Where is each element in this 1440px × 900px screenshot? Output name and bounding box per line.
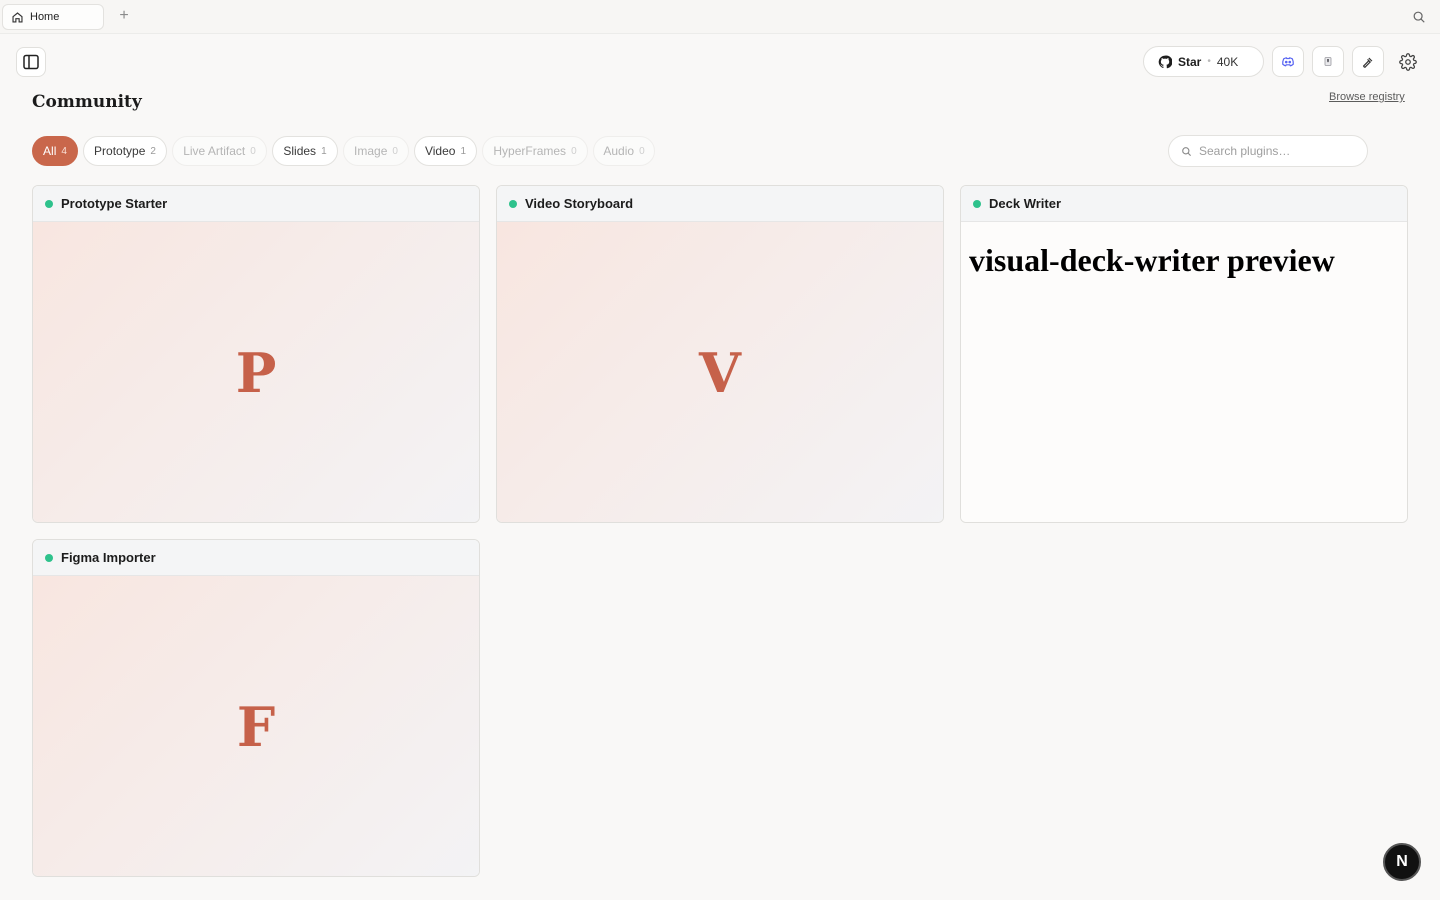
plugin-card-video-storyboard[interactable]: Video Storyboard V: [496, 185, 944, 523]
chip-label: HyperFrames: [493, 144, 567, 158]
home-icon: [12, 11, 23, 23]
search-icon[interactable]: [1412, 10, 1428, 26]
chip-label: Image: [354, 144, 388, 158]
card-title: Video Storyboard: [525, 196, 634, 211]
tab-bar: Home +: [0, 0, 1440, 34]
plugin-card-figma-importer[interactable]: Figma Importer F: [32, 539, 480, 877]
tab-label: Home: [30, 11, 60, 23]
discord-icon: [1282, 56, 1294, 66]
chip-count: 4: [61, 145, 67, 157]
discord-button[interactable]: [1272, 46, 1304, 77]
filter-chip-audio[interactable]: Audio 0: [593, 136, 655, 166]
new-tab-button[interactable]: +: [116, 8, 132, 24]
filter-chip-live-artifact[interactable]: Live Artifact 0: [172, 136, 267, 166]
status-dot: [509, 199, 517, 208]
chip-count: 0: [250, 145, 256, 157]
gear-icon: [1399, 53, 1417, 71]
chip-label: Video: [424, 144, 456, 158]
card-header: Prototype Starter: [33, 186, 479, 222]
search-plugins-input[interactable]: [1199, 144, 1359, 158]
chip-label: Live Artifact: [183, 144, 246, 158]
search-box[interactable]: [1168, 135, 1368, 167]
status-dot: [45, 553, 53, 562]
thumbnail-letter: P: [235, 341, 277, 405]
card-preview: visual-deck-writer preview: [961, 222, 1407, 522]
sidebar-icon: [23, 54, 39, 70]
filter-chip-hyperframes[interactable]: HyperFrames 0: [482, 136, 588, 166]
tools-button[interactable]: [1352, 46, 1384, 77]
status-dot: [973, 199, 981, 208]
filter-chip-prototype[interactable]: Prototype 2: [83, 136, 167, 166]
sidebar-toggle-button[interactable]: [16, 47, 46, 77]
chip-count: 0: [392, 145, 398, 157]
floating-action-button[interactable]: N: [1383, 843, 1421, 881]
plugin-card-deck-writer[interactable]: Deck Writer visual-deck-writer preview: [960, 185, 1408, 523]
plugin-card-prototype-starter[interactable]: Prototype Starter P: [32, 185, 480, 523]
chip-label: Prototype: [94, 144, 146, 158]
hammer-icon: [1362, 57, 1373, 68]
tab-home[interactable]: Home: [2, 4, 104, 30]
card-header: Figma Importer: [33, 540, 479, 576]
settings-button[interactable]: [1397, 51, 1419, 73]
fab-label: N: [1396, 853, 1408, 870]
card-thumbnail: P: [33, 222, 479, 522]
github-icon: [1158, 55, 1172, 68]
chip-label: Slides: [283, 144, 317, 158]
card-thumbnail: V: [497, 222, 943, 522]
bookmark-button[interactable]: [1312, 46, 1344, 77]
search-icon: [1182, 146, 1192, 156]
github-star-button[interactable]: Star • 40K: [1143, 46, 1264, 77]
card-thumbnail: F: [33, 576, 479, 876]
filter-chip-image[interactable]: Image 0: [343, 136, 409, 166]
filter-chip-all[interactable]: All 4: [32, 136, 78, 166]
star-count: 40K: [1216, 54, 1239, 69]
chip-label: Audio: [603, 144, 635, 158]
chip-count: 2: [150, 145, 156, 157]
bookmark-icon: [1324, 56, 1332, 66]
thumbnail-letter: F: [236, 695, 276, 759]
page-title: Community: [32, 92, 142, 112]
card-title: Figma Importer: [61, 550, 156, 565]
browse-registry-link[interactable]: Browse registry: [1329, 91, 1405, 103]
chip-count: 0: [639, 145, 645, 157]
chip-label: All: [43, 144, 57, 158]
filter-chip-video[interactable]: Video 1: [414, 136, 477, 166]
card-title: Deck Writer: [989, 196, 1062, 211]
filter-chip-slides[interactable]: Slides 1: [272, 136, 338, 166]
status-dot: [45, 199, 53, 208]
preview-text: visual-deck-writer preview: [969, 242, 1335, 278]
chip-count: 1: [321, 145, 327, 157]
star-label: Star: [1178, 54, 1202, 69]
card-header: Deck Writer: [961, 186, 1407, 222]
chip-count: 1: [460, 145, 467, 157]
chip-count: 0: [571, 145, 577, 157]
thumbnail-letter: V: [699, 341, 741, 405]
card-title: Prototype Starter: [61, 196, 168, 211]
card-header: Video Storyboard: [497, 186, 943, 222]
separator-dot: •: [1207, 56, 1211, 67]
